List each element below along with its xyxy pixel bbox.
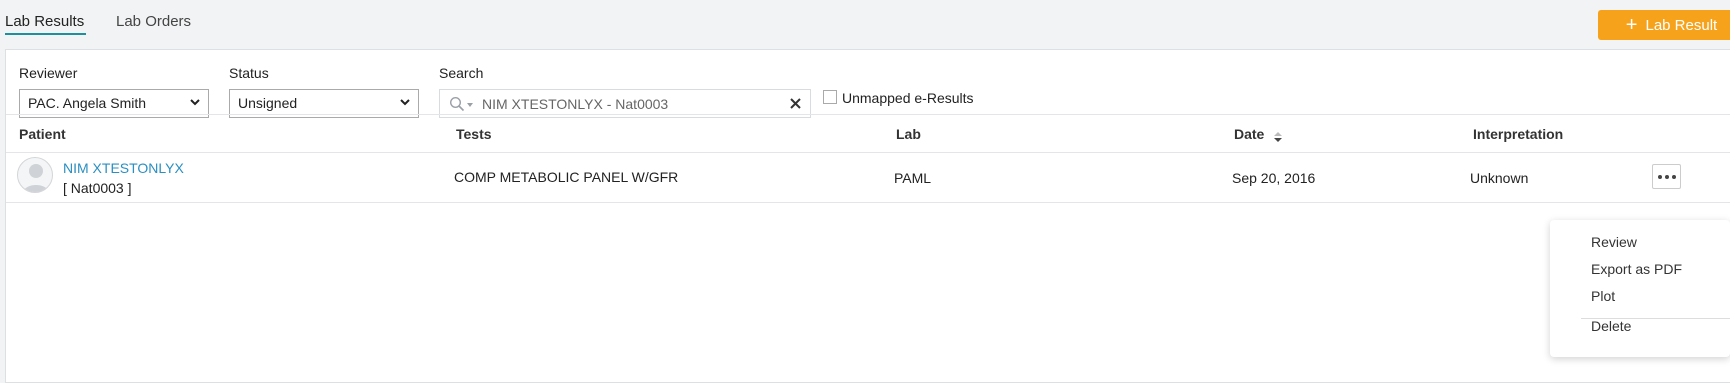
- search-dropdown-caret-icon[interactable]: [467, 103, 473, 107]
- menu-item-export-pdf[interactable]: Export as PDF: [1591, 261, 1682, 277]
- search-label: Search: [439, 65, 484, 81]
- more-dots-icon: [1671, 174, 1676, 179]
- divider: [6, 202, 1730, 203]
- more-dots-icon: [1657, 174, 1662, 179]
- close-icon[interactable]: [789, 97, 802, 110]
- row-actions-menu: Review Export as PDF Plot Delete: [1550, 220, 1730, 357]
- column-header-interpretation[interactable]: Interpretation: [1473, 126, 1563, 142]
- plus-icon: +: [1625, 14, 1638, 36]
- more-dots-icon: [1664, 174, 1669, 179]
- date-cell: Sep 20, 2016: [1232, 170, 1316, 186]
- search-input[interactable]: [480, 93, 780, 114]
- status-value: Unsigned: [238, 95, 298, 111]
- column-header-date[interactable]: Date: [1234, 126, 1264, 142]
- column-header-lab[interactable]: Lab: [896, 126, 921, 142]
- tests-cell: COMP METABOLIC PANEL W/GFR: [454, 169, 679, 185]
- status-label: Status: [229, 65, 269, 81]
- interpretation-cell: Unknown: [1470, 170, 1529, 186]
- menu-item-review[interactable]: Review: [1591, 234, 1637, 250]
- patient-name-link[interactable]: NIM XTESTONLYX: [63, 160, 184, 176]
- reviewer-value: PAC. Angela Smith: [28, 95, 147, 111]
- search-icon[interactable]: [449, 96, 465, 112]
- column-header-tests[interactable]: Tests: [456, 126, 492, 142]
- add-lab-result-button[interactable]: + Lab Result: [1598, 10, 1730, 40]
- unmapped-results-label: Unmapped e-Results: [842, 90, 974, 106]
- avatar: [17, 157, 53, 193]
- menu-item-delete[interactable]: Delete: [1591, 318, 1631, 334]
- lab-results-panel: Reviewer PAC. Angela Smith Status Unsign…: [5, 49, 1730, 383]
- sort-icon[interactable]: [1273, 130, 1283, 144]
- lab-cell: PAML: [894, 170, 932, 186]
- tab-bar: Lab Results Lab Orders + Lab Result: [0, 0, 1730, 44]
- user-silhouette-icon: [22, 164, 50, 192]
- column-header-patient[interactable]: Patient: [19, 126, 66, 142]
- row-actions-button[interactable]: [1652, 164, 1681, 189]
- unmapped-results-checkbox[interactable]: [823, 90, 837, 104]
- tab-lab-orders[interactable]: Lab Orders: [116, 13, 191, 30]
- divider: [6, 152, 1730, 153]
- chevron-down-icon: [400, 99, 410, 106]
- chevron-down-icon: [190, 99, 200, 106]
- patient-id: [ Nat0003 ]: [63, 180, 132, 196]
- reviewer-label: Reviewer: [19, 65, 78, 81]
- active-tab-indicator: [5, 33, 86, 35]
- menu-item-plot[interactable]: Plot: [1591, 288, 1615, 304]
- divider: [6, 114, 1730, 115]
- add-lab-result-label: Lab Result: [1645, 16, 1718, 34]
- tab-lab-results[interactable]: Lab Results: [5, 13, 84, 30]
